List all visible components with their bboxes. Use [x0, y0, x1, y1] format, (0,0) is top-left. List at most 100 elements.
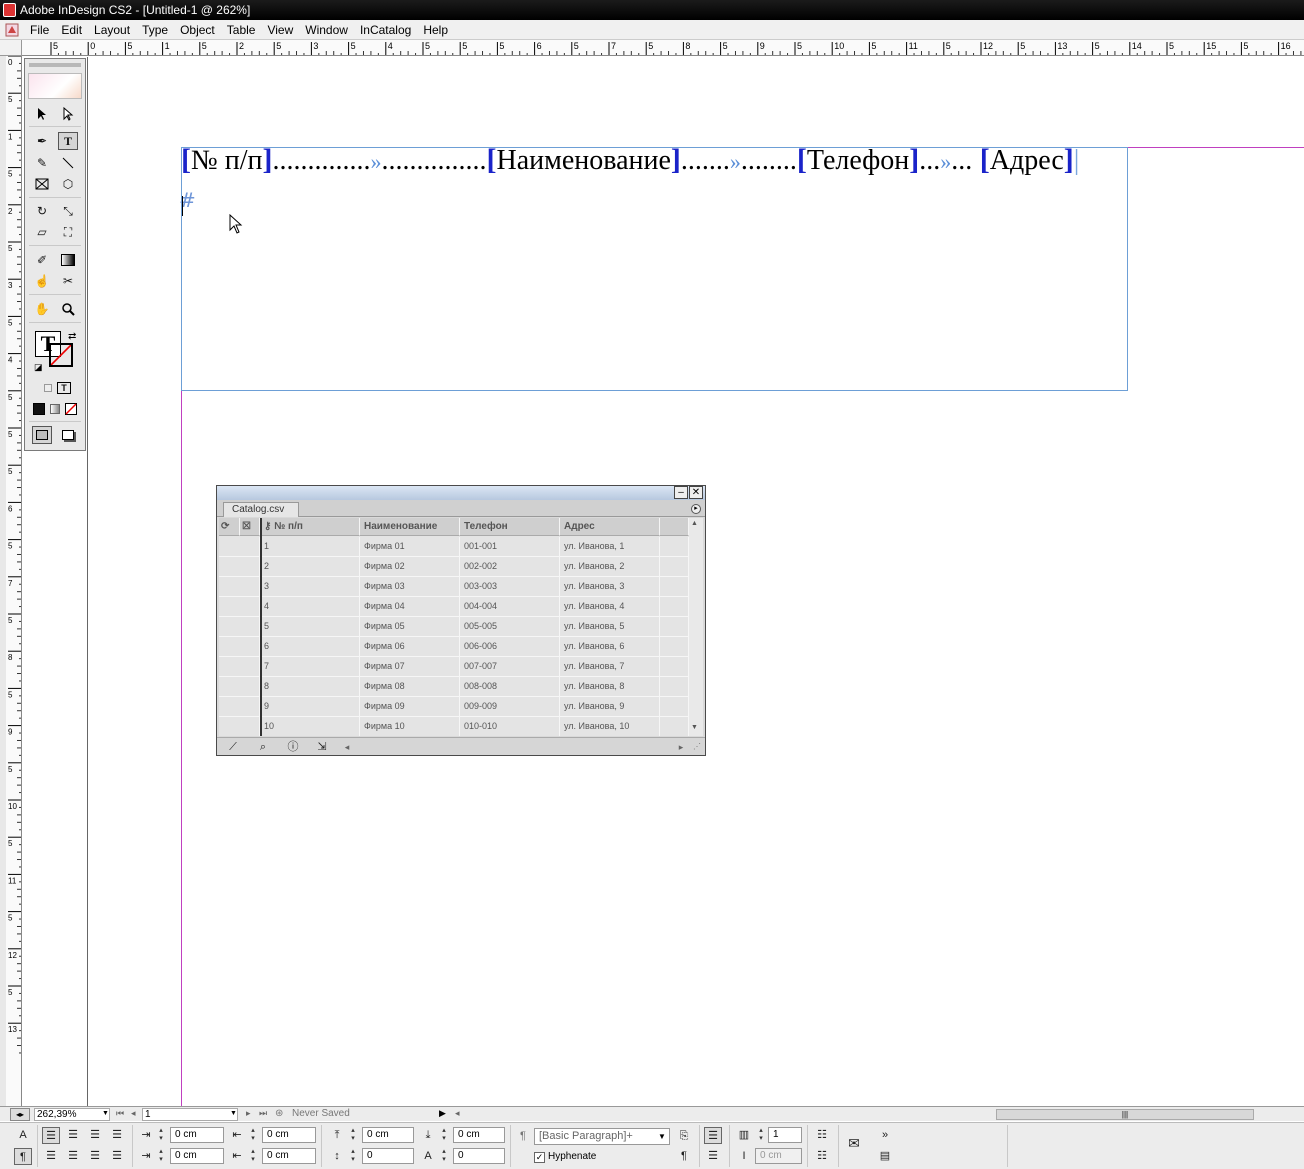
- drop-cap-chars-field[interactable]: 0: [453, 1148, 505, 1164]
- row-gutter-cell[interactable]: [219, 657, 260, 677]
- table-cell[interactable]: 3: [260, 577, 360, 597]
- table-cell[interactable]: 2: [260, 557, 360, 577]
- column-gutter-field[interactable]: 0 cm: [755, 1148, 802, 1164]
- normal-view-icon[interactable]: [32, 426, 52, 444]
- stroke-swatch[interactable]: [49, 343, 73, 367]
- close-icon[interactable]: ✕: [689, 486, 703, 499]
- catalog-data-grid[interactable]: ⟳ ☒ ⚷ № п/п Наименование Телефон Адрес 1…: [219, 518, 689, 736]
- document-menu-icon[interactable]: [4, 22, 20, 38]
- column-header-number[interactable]: ⚷ № п/п: [260, 518, 360, 536]
- horizontal-scrollbar-thumb[interactable]: |||: [996, 1109, 1254, 1120]
- page-number-field[interactable]: 1: [142, 1108, 238, 1121]
- page-dropdown-icon[interactable]: ▼: [230, 1110, 237, 1117]
- spin-arrows-icon[interactable]: ▴ ▾: [157, 1127, 165, 1143]
- table-cell[interactable]: Фирма 02: [360, 557, 460, 577]
- info-icon[interactable]: ⓘ: [285, 740, 301, 754]
- apply-none-icon[interactable]: [61, 400, 81, 418]
- tab-catalog-csv[interactable]: Catalog.csv: [223, 502, 300, 517]
- table-cell[interactable]: ул. Иванова, 9: [560, 697, 660, 717]
- align-center-icon[interactable]: ☰: [64, 1127, 82, 1144]
- zoom-dropdown-icon[interactable]: ▼: [102, 1110, 109, 1117]
- table-row[interactable]: 7 Фирма 07 007-007 ул. Иванова, 7: [219, 657, 689, 677]
- zoom-level-field[interactable]: 262,39%: [34, 1108, 110, 1121]
- spin-arrows-icon[interactable]: ▴ ▾: [349, 1127, 357, 1143]
- justify-left-icon[interactable]: ☰: [42, 1148, 60, 1165]
- notes-panel-icon[interactable]: ▤: [876, 1148, 894, 1165]
- hyphenate-checkbox[interactable]: ✓: [534, 1152, 545, 1163]
- row-gutter-cell[interactable]: [219, 637, 260, 657]
- table-row[interactable]: 9 Фирма 09 009-009 ул. Иванова, 9: [219, 697, 689, 717]
- menu-help[interactable]: Help: [417, 20, 454, 40]
- type-icon[interactable]: T: [58, 132, 78, 150]
- spin-arrows-icon[interactable]: ▴ ▾: [157, 1148, 165, 1164]
- footer-scroll-left-icon[interactable]: ◂: [339, 740, 355, 754]
- table-cell[interactable]: Фирма 10: [360, 717, 460, 736]
- merge-icon[interactable]: ⇲: [314, 740, 330, 754]
- minimize-icon[interactable]: –: [674, 486, 688, 499]
- table-cell[interactable]: 4: [260, 597, 360, 617]
- table-row[interactable]: 4 Фирма 04 004-004 ул. Иванова, 4: [219, 597, 689, 617]
- table-cell[interactable]: 005-005: [460, 617, 560, 637]
- footer-scroll-right-icon[interactable]: ▸: [673, 740, 689, 754]
- table-cell[interactable]: ул. Иванова, 6: [560, 637, 660, 657]
- polygon-icon[interactable]: ⬡: [58, 175, 78, 193]
- preview-mode-icon[interactable]: [58, 426, 78, 444]
- justify-center-icon[interactable]: ☰: [64, 1148, 82, 1165]
- spin-arrows-icon[interactable]: ▴ ▾: [440, 1148, 448, 1164]
- table-row[interactable]: 5 Фирма 05 005-005 ул. Иванова, 5: [219, 617, 689, 637]
- table-cell[interactable]: 009-009: [460, 697, 560, 717]
- spin-arrows-icon[interactable]: ▴ ▾: [249, 1127, 257, 1143]
- column-header-name[interactable]: Наименование: [360, 518, 460, 536]
- field-number[interactable]: № п/п: [191, 145, 262, 176]
- table-cell[interactable]: Фирма 05: [360, 617, 460, 637]
- refresh-icon[interactable]: ⟳: [219, 518, 240, 536]
- eyedropper-icon[interactable]: ✐: [32, 251, 52, 269]
- menu-table[interactable]: Table: [221, 20, 262, 40]
- paragraph-options-icon[interactable]: ¶: [675, 1148, 693, 1165]
- field-name[interactable]: Наименование: [496, 145, 670, 176]
- right-indent-field[interactable]: 0 cm: [262, 1127, 316, 1143]
- ruler-origin[interactable]: [0, 40, 22, 56]
- table-row[interactable]: 2 Фирма 02 002-002 ул. Иванова, 2: [219, 557, 689, 577]
- hand-icon[interactable]: ✋: [32, 300, 52, 318]
- table-cell[interactable]: ул. Иванова, 8: [560, 677, 660, 697]
- table-cell[interactable]: Фирма 08: [360, 677, 460, 697]
- spin-arrows-icon[interactable]: ▴ ▾: [249, 1148, 257, 1164]
- table-cell[interactable]: 001-001: [460, 537, 560, 557]
- row-gutter-cell[interactable]: [219, 697, 260, 717]
- space-before-field[interactable]: 0 cm: [362, 1127, 414, 1143]
- row-gutter-cell[interactable]: [219, 577, 260, 597]
- column-header-phone[interactable]: Телефон: [460, 518, 560, 536]
- table-row[interactable]: 10 Фирма 10 010-010 ул. Иванова, 10: [219, 717, 689, 736]
- justify-right-icon[interactable]: ☰: [108, 1148, 126, 1165]
- hscroll-left-icon[interactable]: ◂: [455, 1108, 460, 1119]
- free-transform-icon[interactable]: ⛶: [58, 223, 78, 241]
- table-cell[interactable]: ул. Иванова, 10: [560, 717, 660, 736]
- table-cell[interactable]: 7: [260, 657, 360, 677]
- spin-arrows-icon[interactable]: ▴ ▾: [757, 1127, 765, 1143]
- columns-field[interactable]: 1: [768, 1127, 802, 1143]
- row-gutter-cell[interactable]: [219, 597, 260, 617]
- row-gutter-cell[interactable]: [219, 717, 260, 736]
- scissors-icon[interactable]: ✂: [58, 272, 78, 290]
- drop-cap-lines-field[interactable]: 0: [362, 1148, 414, 1164]
- paragraph-style-dropdown[interactable]: [Basic Paragraph]+: [534, 1128, 670, 1145]
- table-cell[interactable]: 9: [260, 697, 360, 717]
- line-icon[interactable]: [58, 154, 78, 172]
- last-page-icon[interactable]: ⏭: [259, 1108, 267, 1119]
- first-page-icon[interactable]: ⏮: [116, 1108, 124, 1119]
- align-right-icon[interactable]: ☰: [86, 1127, 104, 1144]
- menu-object[interactable]: Object: [174, 20, 221, 40]
- tools-panel-grip[interactable]: [29, 63, 81, 67]
- gradient-icon[interactable]: [58, 251, 78, 269]
- table-cell[interactable]: ул. Иванова, 5: [560, 617, 660, 637]
- row-gutter-cell[interactable]: [219, 617, 260, 637]
- table-cell[interactable]: 5: [260, 617, 360, 637]
- rectangle-frame-icon[interactable]: [32, 175, 52, 193]
- panel-menu-icon[interactable]: ▸: [691, 504, 701, 514]
- table-cell[interactable]: 006-006: [460, 637, 560, 657]
- table-cell[interactable]: Фирма 01: [360, 537, 460, 557]
- scroll-up-icon[interactable]: ▲: [691, 520, 698, 527]
- scroll-down-icon[interactable]: ▼: [691, 724, 698, 731]
- table-cell[interactable]: Фирма 04: [360, 597, 460, 617]
